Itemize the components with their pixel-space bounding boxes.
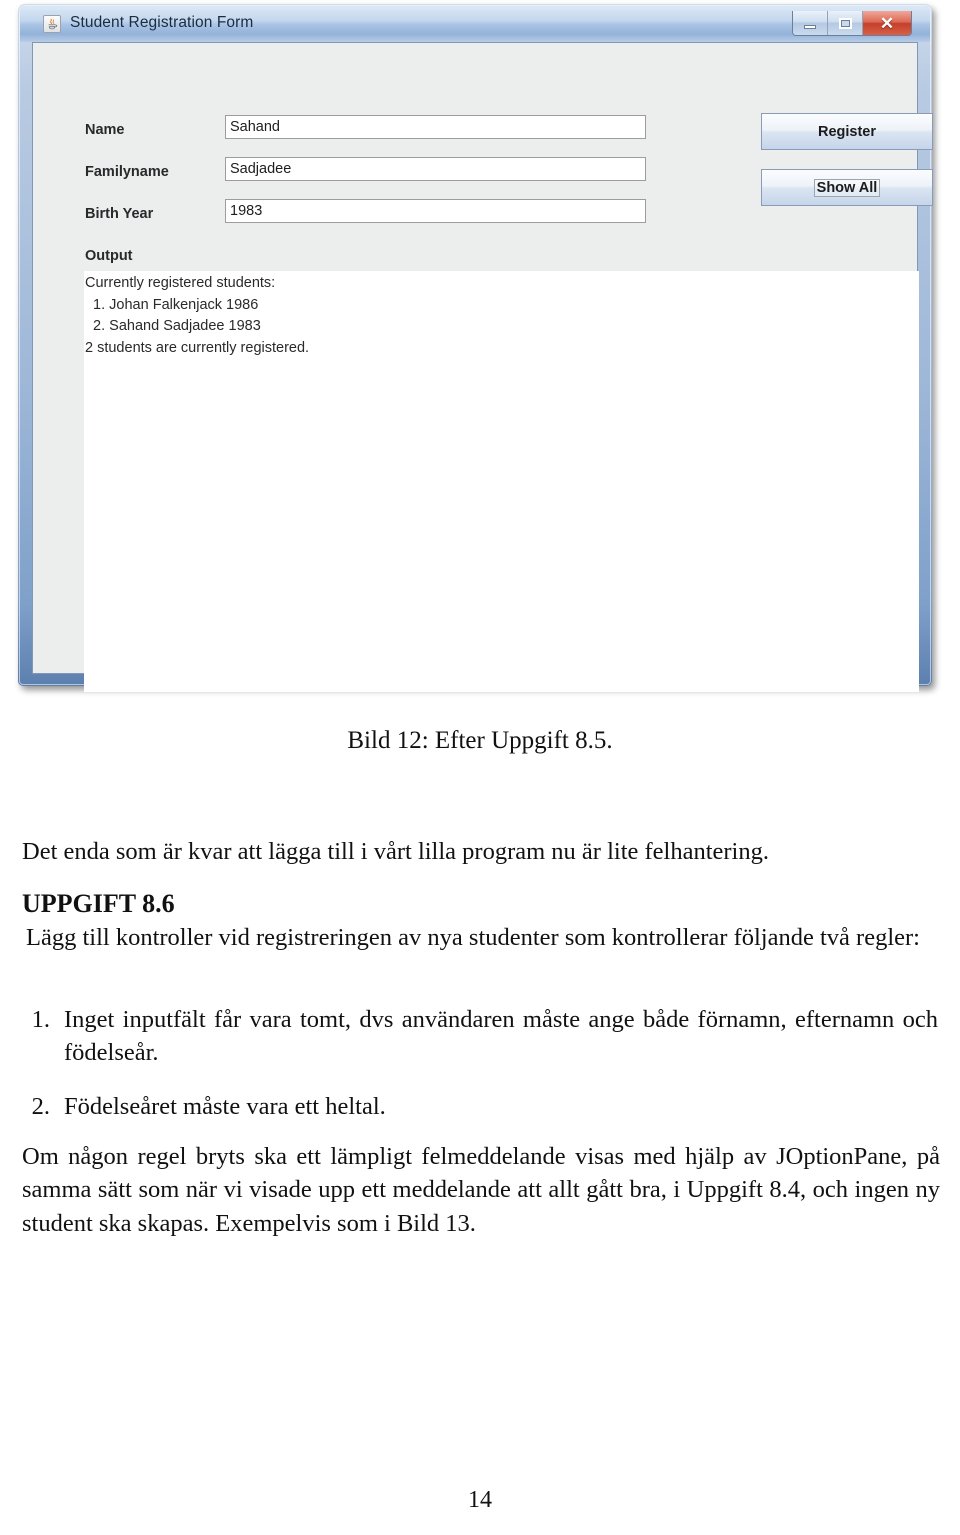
task-intro-paragraph: Lägg till kontroller vid registreringen … [26, 924, 920, 951]
list-item-number: 1. [31, 1006, 50, 1033]
minimize-icon [793, 11, 827, 35]
birth-year-input[interactable]: 1983 [225, 199, 646, 223]
output-line: Currently registered students: [85, 275, 276, 291]
output-label: Output [85, 248, 133, 264]
register-button-label: Register [817, 123, 877, 140]
figure-caption: Bild 12: Efter Uppgift 8.5. [347, 727, 613, 754]
name-input[interactable]: Sahand [225, 115, 646, 139]
maximize-button[interactable] [828, 11, 863, 35]
application-window: Student Registration Form ✕ Name Familyn… [18, 4, 933, 692]
output-line: 2 students are currently registered. [85, 339, 310, 356]
show-all-button-label: Show All [813, 178, 881, 197]
java-coffee-cup-icon [43, 15, 61, 33]
intro-paragraph: Det enda som är kvar att lägga till i vå… [22, 838, 769, 865]
output-line: 1. Johan Falkenjack 1986 [85, 296, 259, 313]
list-item: 2. Födelseåret måste vara ett heltal. [22, 1090, 938, 1123]
task-heading: UPPGIFT 8.6 [22, 889, 175, 918]
rules-list: 1. Inget inputfält får vara tomt, dvs an… [22, 1003, 938, 1072]
familyname-input[interactable]: Sadjadee [225, 157, 646, 181]
label-birth-year: Birth Year [85, 206, 154, 222]
minimize-button[interactable] [793, 11, 828, 35]
close-button[interactable]: ✕ [863, 11, 911, 35]
closing-paragraph: Om någon regel bryts ska ett lämpligt fe… [22, 1143, 940, 1237]
app-client-area: Name Familyname Birth Year Sahand Sadjad… [32, 42, 933, 692]
window-controls: ✕ [792, 11, 912, 36]
screenshot-figure: Student Registration Form ✕ Name Familyn… [18, 0, 938, 695]
close-glyph: ✕ [879, 13, 895, 33]
register-button[interactable]: Register [761, 113, 933, 150]
list-item-text: Födelseåret måste vara ett heltal. [64, 1093, 386, 1120]
list-item-text: Inget inputfält får vara tomt, dvs använ… [64, 1006, 938, 1067]
window-titlebar[interactable]: Student Registration Form ✕ [20, 6, 930, 42]
rules-list-2: 2. Födelseåret måste vara ett heltal. [22, 1090, 938, 1125]
page-number: 14 [468, 1487, 492, 1513]
output-text-area[interactable]: Currently registered students: 1. Johan … [84, 271, 919, 692]
output-line: 2. Sahand Sadjadee 1983 [85, 318, 261, 334]
show-all-button[interactable]: Show All [761, 169, 933, 206]
maximize-icon [828, 11, 862, 35]
list-item: 1. Inget inputfält får vara tomt, dvs an… [22, 1003, 938, 1070]
window-title: Student Registration Form [70, 14, 254, 31]
label-familyname: Familyname [85, 164, 169, 180]
label-name: Name [85, 122, 125, 138]
close-icon: ✕ [863, 11, 911, 35]
list-item-number: 2. [31, 1093, 50, 1120]
